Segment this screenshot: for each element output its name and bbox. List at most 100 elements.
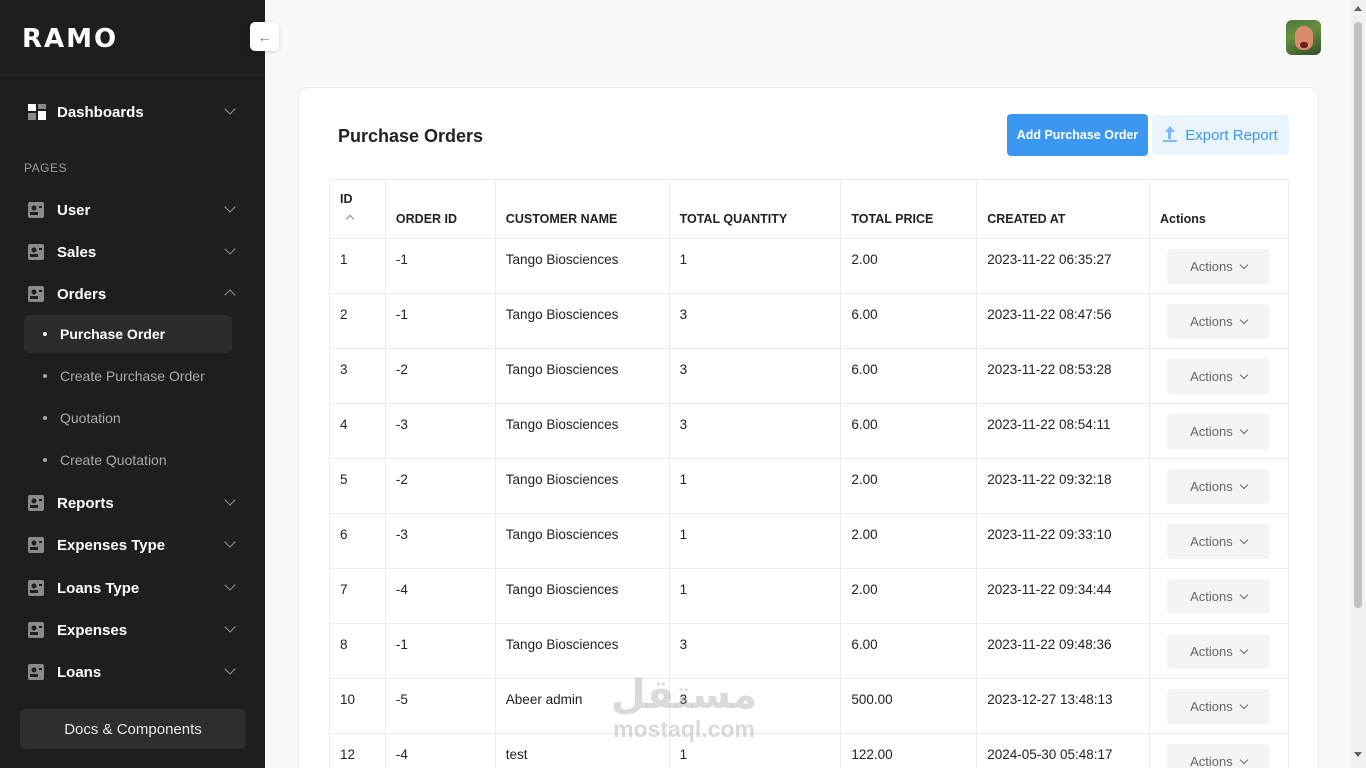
cell-customer-name: Tango Biosciences [494,348,670,404]
cell-id: 7 [329,568,386,624]
table-row: 1 -1 Tango Biosciences 1 2.00 2023-11-22 06:3… [329,238,1290,294]
column-header-total-quantity[interactable]: TOTAL QUANTITY [668,179,842,239]
column-header-order-id[interactable]: ORDER ID [384,179,496,239]
user-avatar[interactable] [1286,20,1321,55]
sidebar-item-expenses-type[interactable]: Expenses Type [24,530,236,560]
sidebar-item-loans-type[interactable]: Loans Type [24,573,236,603]
cell-total-price: 2.00 [840,458,978,514]
contact-card-icon [28,580,46,596]
sidebar-item-label: Loans [57,663,102,681]
row-actions-dropdown[interactable]: Actions [1166,414,1270,449]
sidebar-item-reports[interactable]: Reports [24,488,236,518]
row-actions-dropdown[interactable]: Actions [1166,579,1270,614]
docs-components-button[interactable]: Docs & Components [20,709,246,749]
chevron-down-icon [1239,645,1249,654]
watermark: مستقل mostaql.com [610,672,758,742]
arrow-left-icon: ← [257,28,272,45]
cell-total-quantity: 1 [668,568,842,624]
sidebar-item-dashboards[interactable]: Dashboards [24,97,236,127]
chevron-down-icon [1239,260,1249,269]
cell-created-at: 2023-11-22 08:53:28 [976,348,1150,404]
cell-created-at: 2023-11-22 09:48:36 [976,623,1150,679]
sidebar-subitem-quotation[interactable]: Quotation [24,399,232,437]
sidebar-item-orders[interactable]: Orders [24,279,236,309]
sidebar-item-loans[interactable]: Loans [24,657,236,687]
table-row: 12 -4 test 1 122.00 2024-05-30 05:48:17 Action… [329,733,1290,768]
chevron-down-icon [224,494,236,506]
cell-total-quantity: 3 [668,623,842,679]
cell-id: 6 [329,513,386,569]
table-row: 4 -3 Tango Biosciences 3 6.00 2023-11-22 08:5… [329,403,1290,459]
add-purchase-order-button[interactable]: Add Purchase Order [1007,114,1148,156]
sidebar-item-sales[interactable]: Sales [24,237,236,267]
sidebar-subitem-create-purchase-order[interactable]: Create Purchase Order [24,357,232,395]
sidebar-item-user[interactable]: User [24,195,236,225]
row-actions-dropdown[interactable]: Actions [1166,744,1270,768]
table-row: 5 -2 Tango Biosciences 1 2.00 2023-11-22 09:3… [329,458,1290,514]
cell-actions: Actions [1148,568,1290,624]
cell-customer-name: Tango Biosciences [494,293,670,349]
column-header-total-price[interactable]: TOTAL PRICE [840,179,978,239]
cell-order-id: -3 [384,403,496,459]
contact-card-icon [28,622,46,638]
column-header-created-at[interactable]: CREATED AT [976,179,1150,239]
row-actions-dropdown[interactable]: Actions [1166,304,1270,339]
cell-total-quantity: 1 [668,458,842,514]
bullet-icon [43,458,47,462]
scrollbar-thumb[interactable] [1354,22,1362,608]
export-report-button[interactable]: Export Report [1152,115,1289,155]
dashboard-grid-icon [28,104,46,120]
cell-customer-name: Tango Biosciences [494,458,670,514]
scroll-down-arrow-icon[interactable] [1354,752,1362,757]
column-header-id[interactable]: ID [329,179,386,239]
cell-total-quantity: 3 [668,403,842,459]
table-row: 7 -4 Tango Biosciences 1 2.00 2023-11-22 09:3… [329,568,1290,624]
sidebar-subitem-label: Quotation [60,410,121,426]
row-actions-dropdown[interactable]: Actions [1166,469,1270,504]
cell-created-at: 2023-11-22 09:33:10 [976,513,1150,569]
cell-actions: Actions [1148,458,1290,514]
sidebar-subitem-create-quotation[interactable]: Create Quotation [24,441,232,479]
actions-label: Actions [1190,314,1233,329]
sidebar-item-label: Loans Type [57,579,140,597]
bullet-icon [43,416,47,420]
sidebar-item-label: Orders [57,285,107,303]
actions-label: Actions [1190,259,1233,274]
chevron-down-icon [224,663,236,675]
row-actions-dropdown[interactable]: Actions [1166,359,1270,394]
cell-actions: Actions [1148,733,1290,768]
cell-total-quantity: 1 [668,238,842,294]
cell-total-price: 2.00 [840,513,978,569]
chevron-down-icon [1239,425,1249,434]
column-header-customer-name[interactable]: CUSTOMER NAME [494,179,670,239]
cell-actions: Actions [1148,678,1290,734]
cell-id: 10 [329,678,386,734]
cell-order-id: -2 [384,348,496,404]
row-actions-dropdown[interactable]: Actions [1166,524,1270,559]
sidebar-subitem-purchase-order[interactable]: Purchase Order [24,315,232,353]
actions-label: Actions [1190,589,1233,604]
cell-total-quantity: 3 [668,348,842,404]
contact-card-icon [28,537,46,553]
cell-actions: Actions [1148,293,1290,349]
bullet-icon [43,332,47,336]
export-report-label: Export Report [1185,126,1278,144]
row-actions-dropdown[interactable]: Actions [1166,634,1270,669]
row-actions-dropdown[interactable]: Actions [1166,689,1270,724]
cell-order-id: -4 [384,733,496,768]
cell-order-id: -1 [384,623,496,679]
chevron-down-icon [224,243,236,255]
cell-actions: Actions [1148,403,1290,459]
chevron-down-icon [1239,480,1249,489]
sidebar-item-expenses[interactable]: Expenses [24,615,236,645]
scroll-up-arrow-icon[interactable] [1354,6,1362,11]
cell-total-quantity: 1 [668,513,842,569]
cell-order-id: -1 [384,293,496,349]
sidebar-collapse-button[interactable]: ← [250,22,279,51]
cell-id: 1 [329,238,386,294]
page-scrollbar[interactable] [1351,0,1366,768]
actions-label: Actions [1190,424,1233,439]
cell-total-price: 122.00 [840,733,978,768]
ramo-logo[interactable]: RAMO [22,24,118,54]
row-actions-dropdown[interactable]: Actions [1166,249,1270,284]
